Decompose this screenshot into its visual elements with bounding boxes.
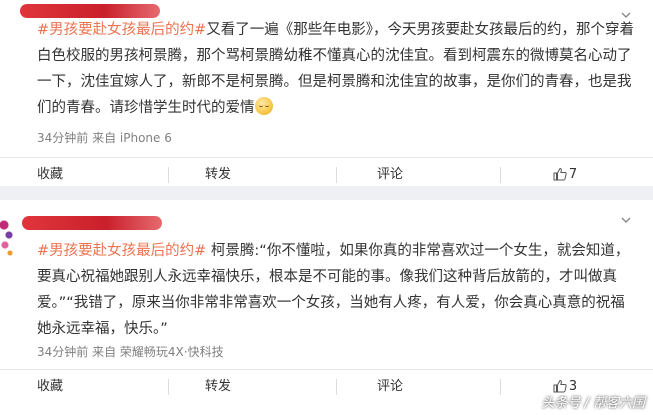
- redacted-username: [22, 216, 162, 230]
- post-separator: [0, 186, 653, 200]
- divider: [500, 167, 501, 183]
- divider: [336, 379, 337, 395]
- post-text: #男孩要赴女孩最后的约#又看了一遍《那些年电影》，今天男孩要赴女孩最后的约，那个…: [37, 17, 637, 121]
- like-count: 7: [568, 167, 578, 182]
- sleepy-face-emoji-icon: [254, 97, 273, 115]
- watermark: 头条号 / 帮客六国: [541, 396, 645, 411]
- hashtag-link[interactable]: #男孩要赴女孩最后的约#: [37, 243, 206, 259]
- divider: [500, 379, 501, 395]
- redacted-username: [20, 4, 160, 18]
- post-meta: 34分钟前 来自 荣耀畅玩4X·快科技: [37, 345, 224, 359]
- comment-button[interactable]: 评论: [340, 369, 440, 405]
- avatar[interactable]: [0, 213, 14, 259]
- chevron-down-icon[interactable]: [621, 215, 631, 225]
- post-text: #男孩要赴女孩最后的约# 柯景腾:“你不懂啦，如果你真的非常喜欢过一个女生，就会…: [37, 238, 637, 342]
- repost-button[interactable]: 转发: [168, 369, 268, 405]
- favorite-button[interactable]: 收藏: [0, 369, 100, 405]
- hashtag-link[interactable]: #男孩要赴女孩最后的约#: [37, 22, 206, 38]
- post-meta: 34分钟前 来自 iPhone 6: [37, 131, 172, 145]
- divider: [336, 167, 337, 183]
